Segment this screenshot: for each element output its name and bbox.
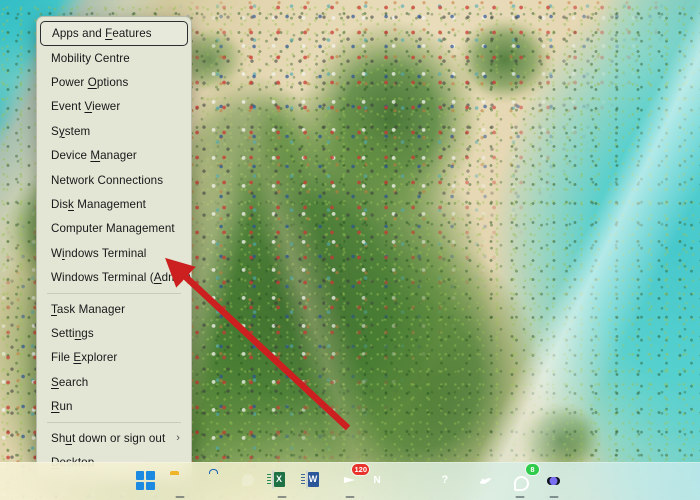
menu-item-label: Run (51, 400, 73, 414)
menu-item-run[interactable]: Run (40, 394, 188, 418)
menu-item-label: Shut down or sign out (51, 431, 166, 445)
menu-item-label: Computer Management (51, 222, 175, 236)
win-x-power-user-menu[interactable]: Apps and Features Mobility Centre Power Op… (36, 16, 192, 480)
running-indicator (175, 495, 185, 498)
menu-item-mobility-centre[interactable]: Mobility Centre (40, 46, 188, 70)
menu-item-label: Disk Management (51, 198, 146, 212)
menu-item-label: Device Manager (51, 149, 137, 163)
menu-item-label: System (51, 124, 91, 138)
help-app[interactable] (435, 465, 469, 499)
excel-icon (267, 470, 293, 492)
menu-item-label: Task Manager (51, 302, 126, 316)
taskbar[interactable]: 120 8 (0, 462, 700, 500)
menu-item-settings[interactable]: Settings (40, 321, 188, 345)
menu-item-label: Power Options (51, 76, 129, 90)
menu-item-label: Windows Terminal (51, 246, 147, 260)
telegram[interactable]: 120 (333, 463, 369, 499)
microsoft-store[interactable] (197, 465, 231, 499)
running-indicator (549, 495, 559, 498)
menu-item-shut-down-or-sign-out[interactable]: Shut down or sign out › (40, 426, 188, 450)
menu-item-apps-and-features[interactable]: Apps and Features (40, 21, 188, 46)
onenote-icon (374, 471, 395, 492)
viber[interactable] (537, 465, 571, 499)
menu-item-device-manager[interactable]: Device Manager (40, 144, 188, 168)
menu-item-label: Network Connections (51, 173, 164, 187)
running-indicator (515, 495, 525, 498)
placeholder-app[interactable] (401, 465, 435, 499)
menu-item-file-explorer[interactable]: File Explorer (40, 346, 188, 370)
whatsapp[interactable]: 8 (503, 463, 539, 499)
running-indicator (345, 495, 355, 498)
windows-logo-icon (135, 471, 157, 492)
help-bubble-icon (442, 471, 463, 492)
start-button[interactable] (129, 465, 163, 499)
microsoft-edge[interactable] (231, 465, 265, 499)
menu-item-windows-terminal[interactable]: Windows Terminal (40, 241, 188, 265)
menu-item-search[interactable]: Search (40, 370, 188, 394)
viber-icon (544, 471, 565, 492)
microsoft-excel[interactable] (265, 465, 299, 499)
folder-icon (169, 471, 191, 492)
edge-icon (238, 471, 259, 492)
menu-separator (47, 292, 181, 294)
menu-item-label: File Explorer (51, 351, 118, 365)
menu-item-event-viewer[interactable]: Event Viewer (40, 95, 188, 119)
menu-item-power-options[interactable]: Power Options (40, 70, 188, 94)
twitter[interactable] (469, 465, 503, 499)
word-icon (301, 470, 327, 492)
whatsapp-icon (510, 471, 531, 492)
desktop-screen: Apps and Features Mobility Centre Power Op… (0, 0, 700, 500)
file-explorer[interactable] (163, 465, 197, 499)
menu-item-computer-management[interactable]: Computer Management (40, 217, 188, 241)
chevron-right-icon: › (176, 431, 180, 444)
running-indicator (277, 495, 287, 498)
menu-item-label: Search (51, 375, 89, 389)
menu-item-label: Windows Terminal (Admin) (51, 271, 192, 285)
microsoft-onenote[interactable] (367, 465, 401, 499)
microsoft-word[interactable] (299, 465, 333, 499)
menu-item-system[interactable]: System (40, 119, 188, 143)
blank-square-icon (408, 471, 429, 492)
menu-item-task-manager[interactable]: Task Manager (40, 297, 188, 321)
menu-item-label: Apps and Features (52, 27, 152, 40)
twitter-bird-icon (476, 471, 497, 492)
store-icon (204, 469, 225, 492)
menu-item-network-connections[interactable]: Network Connections (40, 168, 188, 192)
menu-separator (47, 421, 181, 423)
menu-item-label: Settings (51, 326, 94, 340)
menu-item-windows-terminal-admin[interactable]: Windows Terminal (Admin) (40, 266, 192, 290)
menu-item-label: Event Viewer (51, 100, 121, 114)
menu-item-label: Mobility Centre (51, 51, 130, 65)
menu-item-disk-management[interactable]: Disk Management (40, 192, 188, 216)
